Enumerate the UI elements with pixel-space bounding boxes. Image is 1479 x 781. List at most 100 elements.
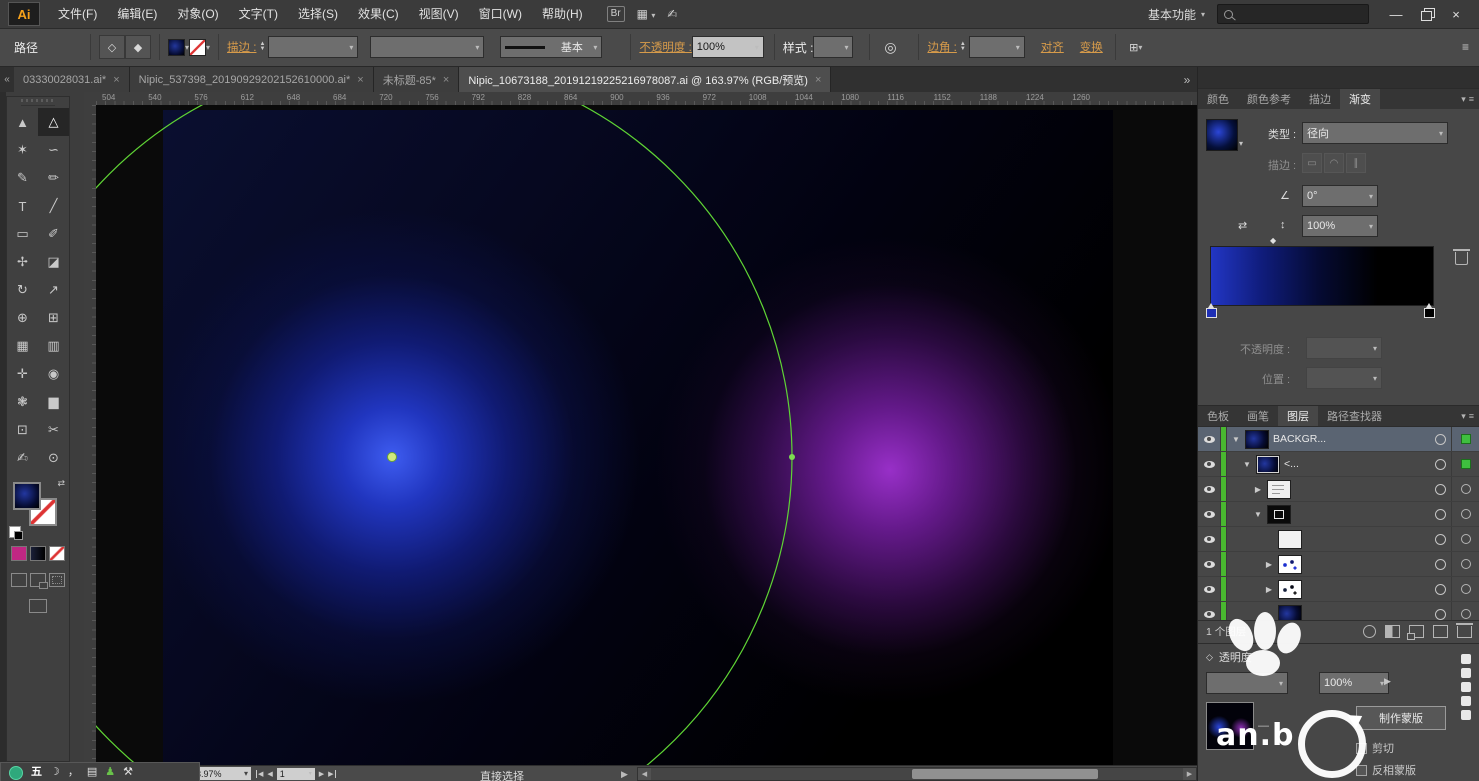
panel-menu-icon[interactable]: ≡ bbox=[1469, 94, 1474, 104]
panel-tab[interactable]: 画笔 bbox=[1238, 406, 1278, 426]
gradient-stop-right[interactable] bbox=[1424, 303, 1435, 318]
scrollbar-handle[interactable] bbox=[911, 769, 1098, 779]
menu-item[interactable]: 效果(C) bbox=[348, 0, 409, 28]
gradient-swatch[interactable] bbox=[1206, 119, 1238, 151]
collapse-dock-icon[interactable]: « bbox=[0, 67, 14, 92]
close-tab-icon[interactable]: × bbox=[443, 74, 449, 86]
ime-wubi-indicator[interactable]: 五 bbox=[31, 764, 42, 781]
visibility-toggle[interactable] bbox=[1198, 427, 1221, 451]
locate-object-icon[interactable] bbox=[1363, 625, 1376, 638]
shaper-tool[interactable]: ✢ bbox=[7, 248, 38, 276]
make-mask-button[interactable]: 制作蒙版 bbox=[1356, 706, 1446, 730]
expand-arrow-icon[interactable]: ▼ bbox=[1253, 510, 1263, 519]
lasso-tool[interactable]: ∽ bbox=[38, 136, 69, 164]
magic-wand-tool[interactable]: ✶ bbox=[7, 136, 38, 164]
isolate-selection-icon[interactable]: ⊞ ▾ bbox=[1124, 36, 1148, 58]
selection-tool[interactable]: ▲ bbox=[7, 108, 38, 136]
close-tab-icon[interactable]: × bbox=[113, 74, 119, 86]
path-anchor-point[interactable] bbox=[789, 454, 795, 460]
stroke-weight-stepper[interactable]: ▲ ▼ bbox=[259, 41, 265, 52]
draw-normal-icon[interactable] bbox=[11, 573, 27, 587]
make-clipping-mask-icon[interactable] bbox=[1385, 625, 1400, 638]
panel-tab[interactable]: 渐变 bbox=[1340, 89, 1380, 109]
selection-indicator[interactable] bbox=[1461, 559, 1471, 569]
panel-tab[interactable]: 描边 bbox=[1300, 89, 1340, 109]
chevron-down-icon[interactable]: ▾ bbox=[1461, 94, 1466, 105]
stop-location-dropdown[interactable]: ▾ bbox=[1306, 367, 1382, 389]
none-mode-button[interactable] bbox=[49, 546, 65, 561]
scrollbar-track[interactable] bbox=[651, 768, 1183, 780]
selection-indicator[interactable] bbox=[1461, 609, 1471, 619]
menu-item[interactable]: 选择(S) bbox=[288, 0, 348, 28]
scale-tool[interactable]: ↗ bbox=[38, 276, 69, 304]
collapse-section-icon[interactable]: ◇ bbox=[1206, 652, 1213, 663]
stroke-gradient-along-icon[interactable]: ◠ bbox=[1324, 153, 1344, 173]
rectangle-tool[interactable]: ▭ bbox=[7, 220, 38, 248]
screen-mode-button[interactable] bbox=[29, 599, 47, 613]
paintbrush-tool[interactable]: ✐ bbox=[38, 220, 69, 248]
target-circle-icon[interactable] bbox=[1435, 508, 1446, 520]
visibility-toggle[interactable] bbox=[1198, 452, 1221, 476]
target-circle-icon[interactable] bbox=[1435, 558, 1446, 570]
stroke-weight-dropdown[interactable]: ▾ bbox=[268, 36, 359, 58]
layer-row[interactable]: ▶ bbox=[1198, 477, 1479, 502]
reverse-gradient-icon[interactable]: ⇄ bbox=[1238, 219, 1247, 232]
target-circle-icon[interactable] bbox=[1435, 458, 1446, 470]
menu-item[interactable]: 文字(T) bbox=[229, 0, 288, 28]
eraser-tool[interactable]: ◪ bbox=[38, 248, 69, 276]
chevron-down-icon[interactable]: ▾ bbox=[206, 43, 210, 52]
dock-header[interactable] bbox=[1198, 66, 1479, 88]
close-button[interactable]: × bbox=[1441, 1, 1471, 27]
recolor-artwork-icon[interactable]: ◎ bbox=[878, 36, 902, 58]
workspace-switcher[interactable]: 基本功能 ▾ bbox=[1148, 6, 1205, 23]
draw-behind-icon[interactable] bbox=[30, 573, 48, 589]
swap-fill-stroke-icon[interactable]: ⇄ bbox=[57, 478, 65, 489]
brush-definition-dropdown[interactable]: 基本 ▾ bbox=[500, 36, 603, 58]
selection-indicator[interactable] bbox=[1461, 459, 1471, 469]
width-profile-dropdown[interactable]: ▾ bbox=[370, 36, 485, 58]
mesh-tool[interactable]: ▦ bbox=[7, 332, 38, 360]
expand-arrow-icon[interactable]: ▶ bbox=[1264, 585, 1274, 594]
gradient-type-dropdown[interactable]: 径向 ▾ bbox=[1302, 122, 1448, 144]
stroke-color-swatch[interactable] bbox=[189, 38, 207, 56]
ime-fullwidth-icon[interactable]: ☽ bbox=[50, 764, 60, 781]
first-artboard-icon[interactable]: ◀ bbox=[256, 769, 263, 778]
pencil-tool[interactable]: ✏ bbox=[38, 164, 69, 192]
ime-punctuation-icon[interactable]: ， bbox=[68, 764, 79, 781]
previous-artboard-icon[interactable]: ◀ bbox=[267, 770, 272, 778]
layer-row[interactable]: ▼ <... bbox=[1198, 452, 1479, 477]
gradient-stop-left[interactable] bbox=[1206, 303, 1217, 318]
type-tool[interactable]: T bbox=[7, 192, 38, 220]
blend-tool[interactable]: ◉ bbox=[38, 360, 69, 388]
arrange-documents-icon[interactable]: ▦ ▾ bbox=[637, 7, 656, 21]
stop-opacity-dropdown[interactable]: ▾ bbox=[1306, 337, 1382, 359]
clip-checkbox[interactable]: 剪切 bbox=[1356, 740, 1394, 756]
target-circle-icon[interactable] bbox=[1435, 608, 1446, 620]
delete-layer-icon[interactable] bbox=[1456, 622, 1473, 638]
document-viewport[interactable] bbox=[96, 105, 1197, 765]
visibility-toggle[interactable] bbox=[1198, 577, 1221, 601]
convert-anchor-corner-icon[interactable]: ◇ bbox=[99, 35, 126, 59]
menu-item[interactable]: 帮助(H) bbox=[532, 0, 593, 28]
restore-button[interactable] bbox=[1411, 1, 1441, 27]
delete-stop-icon[interactable] bbox=[1453, 249, 1470, 265]
menu-item[interactable]: 窗口(W) bbox=[469, 0, 532, 28]
visibility-toggle[interactable] bbox=[1198, 602, 1221, 620]
search-box[interactable] bbox=[1217, 4, 1369, 24]
visibility-toggle[interactable] bbox=[1198, 477, 1221, 501]
color-mode-button[interactable] bbox=[11, 546, 27, 561]
rotate-tool[interactable]: ↻ bbox=[7, 276, 38, 304]
symbol-sprayer-tool[interactable]: ❃ bbox=[7, 388, 38, 416]
style-dropdown[interactable]: ▾ bbox=[813, 36, 854, 58]
column-graph-tool[interactable]: ▆ bbox=[38, 388, 69, 416]
direct-selection-tool[interactable]: △ bbox=[38, 108, 69, 136]
control-panel-menu-icon[interactable]: ≡ bbox=[1462, 40, 1479, 54]
eyedropper-tool[interactable]: ✛ bbox=[7, 360, 38, 388]
panel-tab[interactable]: 颜色 bbox=[1198, 89, 1238, 109]
expand-arrow-icon[interactable]: ▼ bbox=[1242, 460, 1252, 469]
layer-name[interactable]: BACKGR... bbox=[1273, 433, 1326, 445]
next-artboard-icon[interactable]: ▶ bbox=[319, 770, 324, 778]
status-expand-icon[interactable]: ▶ bbox=[621, 769, 628, 780]
document-tab[interactable]: 未标题-85* × bbox=[373, 67, 460, 92]
selection-indicator[interactable] bbox=[1461, 509, 1471, 519]
